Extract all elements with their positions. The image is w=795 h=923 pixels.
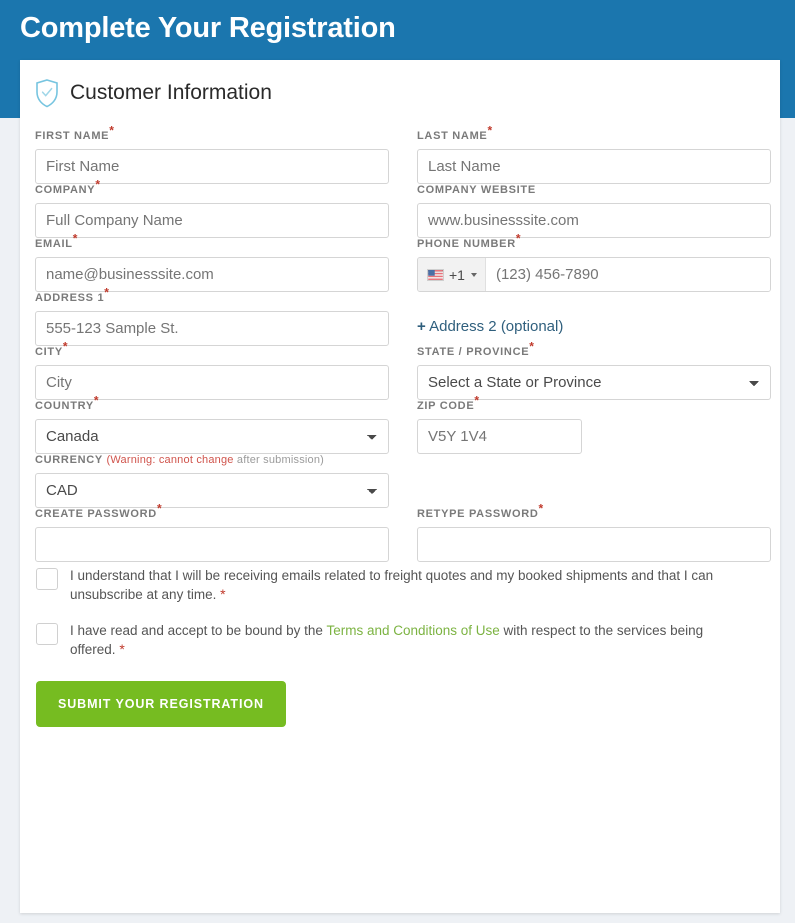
city-label: CITY* xyxy=(35,339,69,358)
form-row-currency: CURRENCY (Warning: cannot change after s… xyxy=(35,454,765,508)
phone-number-input[interactable] xyxy=(485,258,770,291)
create-password-field: CREATE PASSWORD* xyxy=(35,501,389,562)
currency-field: CURRENCY (Warning: cannot change after s… xyxy=(35,454,389,508)
retype-password-field: RETYPE PASSWORD* xyxy=(417,501,771,562)
required-asterisk: * xyxy=(538,501,544,516)
currency-warning-gray: after submission) xyxy=(233,454,325,466)
address1-field: ADDRESS 1* xyxy=(35,285,389,346)
page-title: Complete Your Registration xyxy=(20,12,396,44)
zip-code-input[interactable] xyxy=(417,419,582,454)
phone-number-label: PHONE NUMBER* xyxy=(417,231,522,250)
first-name-input[interactable] xyxy=(35,149,389,184)
company-website-input[interactable] xyxy=(417,203,771,238)
state-province-field: STATE / PROVINCE* Select a State or Prov… xyxy=(417,339,771,400)
terms-consent-text: I have read and accept to be bound by th… xyxy=(70,621,750,659)
state-province-select[interactable]: Select a State or Province xyxy=(417,365,771,400)
required-asterisk: * xyxy=(119,641,125,657)
first-name-field: FIRST NAME* xyxy=(35,123,389,184)
required-asterisk: * xyxy=(72,231,79,246)
terms-consent-row: I have read and accept to be bound by th… xyxy=(20,621,780,659)
required-asterisk: * xyxy=(220,586,226,602)
currency-row-spacer xyxy=(417,454,771,508)
address2-toggle-wrap: + Address 2 (optional) xyxy=(417,292,771,346)
address1-input[interactable] xyxy=(35,311,389,346)
form-row-passwords: CREATE PASSWORD* RETYPE PASSWORD* xyxy=(35,501,771,562)
country-select[interactable]: Canada xyxy=(35,419,389,454)
first-name-label: FIRST NAME* xyxy=(35,123,115,142)
email-label: EMAIL* xyxy=(35,231,79,250)
zip-code-label: ZIP CODE* xyxy=(417,393,480,412)
create-password-input[interactable] xyxy=(35,527,389,562)
create-password-label: CREATE PASSWORD* xyxy=(35,501,163,520)
section-title: Customer Information xyxy=(70,81,272,104)
phone-input-group: +1 xyxy=(417,257,771,292)
company-field: COMPANY* xyxy=(35,177,389,238)
retype-password-label: RETYPE PASSWORD* xyxy=(417,501,544,520)
required-asterisk: * xyxy=(109,123,115,138)
required-asterisk: * xyxy=(529,339,535,354)
form-row-names: FIRST NAME* LAST NAME* xyxy=(35,123,771,184)
plus-icon: + xyxy=(417,318,426,335)
email-field: EMAIL* xyxy=(35,231,389,292)
currency-label: CURRENCY (Warning: cannot change after s… xyxy=(35,454,325,466)
card-header: Customer Information xyxy=(20,60,780,108)
registration-page: Complete Your Registration Customer Info… xyxy=(0,0,795,923)
country-label: COUNTRY* xyxy=(35,393,100,412)
currency-select[interactable]: CAD xyxy=(35,473,389,508)
zip-code-field: ZIP CODE* xyxy=(417,393,771,454)
registration-form: FIRST NAME* LAST NAME* COMPANY* xyxy=(20,108,780,562)
retype-password-input[interactable] xyxy=(417,527,771,562)
form-row-contact: EMAIL* PHONE NUMBER* xyxy=(35,231,771,292)
terms-text-before: I have read and accept to be bound by th… xyxy=(70,623,327,638)
country-field: COUNTRY* Canada xyxy=(35,393,389,454)
required-asterisk: * xyxy=(93,393,100,408)
shield-check-icon xyxy=(34,78,60,108)
email-consent-checkbox[interactable] xyxy=(36,568,58,590)
email-consent-text: I understand that I will be receiving em… xyxy=(70,566,750,604)
dial-code-label: +1 xyxy=(449,266,465,283)
submit-registration-button[interactable]: Submit Your Registration xyxy=(36,681,286,727)
us-flag-icon xyxy=(427,268,444,281)
city-input[interactable] xyxy=(35,365,389,400)
required-asterisk: * xyxy=(104,285,110,300)
company-website-label: COMPANY WEBSITE xyxy=(417,184,536,196)
currency-warning-red: (Warning: cannot change xyxy=(106,454,234,466)
state-province-label: STATE / PROVINCE* xyxy=(417,339,535,358)
required-asterisk: * xyxy=(515,231,522,246)
required-asterisk: * xyxy=(487,123,493,138)
country-code-selector[interactable]: +1 xyxy=(418,258,486,291)
required-asterisk: * xyxy=(474,393,480,408)
form-row-address: ADDRESS 1* + Address 2 (optional) xyxy=(35,285,765,346)
required-asterisk: * xyxy=(95,177,101,192)
terms-and-conditions-link[interactable]: Terms and Conditions of Use xyxy=(326,623,499,638)
email-consent-copy: I understand that I will be receiving em… xyxy=(70,568,714,602)
form-row-company: COMPANY* COMPANY WEBSITE xyxy=(35,177,771,238)
company-input[interactable] xyxy=(35,203,389,238)
chevron-down-icon xyxy=(470,272,477,277)
last-name-field: LAST NAME* xyxy=(417,123,771,184)
form-row-city-state: CITY* STATE / PROVINCE* Select a State o… xyxy=(35,339,771,400)
address1-label: ADDRESS 1* xyxy=(35,285,110,304)
form-row-country-zip: COUNTRY* Canada ZIP CODE* xyxy=(35,393,765,454)
currency-warning: (Warning: cannot change after submission… xyxy=(107,454,325,466)
company-label: COMPANY* xyxy=(35,177,101,196)
city-field: CITY* xyxy=(35,339,389,400)
customer-information-card: Customer Information FIRST NAME* LAST NA… xyxy=(20,60,780,913)
last-name-label: LAST NAME* xyxy=(417,123,493,142)
last-name-input[interactable] xyxy=(417,149,771,184)
email-input[interactable] xyxy=(35,257,389,292)
add-address2-label: Address 2 (optional) xyxy=(429,318,564,335)
submit-row: Submit Your Registration xyxy=(20,659,780,727)
required-asterisk: * xyxy=(156,501,163,516)
required-asterisk: * xyxy=(62,339,69,354)
phone-field: PHONE NUMBER* +1 (123) 456-7890 xyxy=(417,231,771,292)
terms-consent-checkbox[interactable] xyxy=(36,623,58,645)
add-address2-link[interactable]: + Address 2 (optional) xyxy=(417,318,563,335)
email-consent-row: I understand that I will be receiving em… xyxy=(20,566,780,604)
company-website-field: COMPANY WEBSITE xyxy=(417,184,771,238)
